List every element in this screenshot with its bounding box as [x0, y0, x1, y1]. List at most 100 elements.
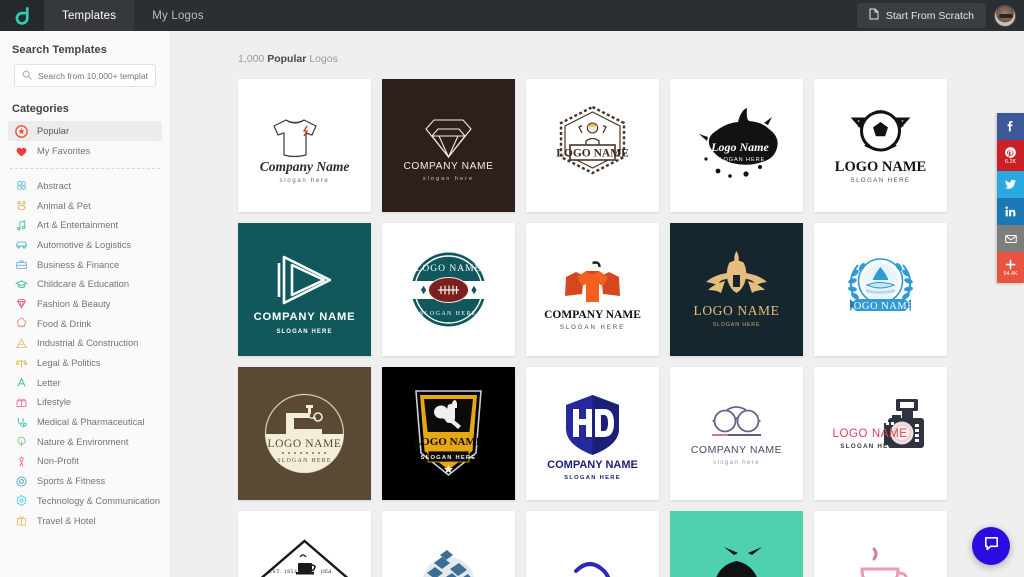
search-input[interactable]: [38, 70, 148, 81]
sidebar-item-legal-politics[interactable]: Legal & Politics: [8, 353, 162, 373]
share-linkedin-button[interactable]: [997, 198, 1024, 225]
avatar[interactable]: [994, 4, 1016, 27]
template-card[interactable]: [670, 511, 803, 577]
sidebar-item-fashion-beauty[interactable]: Fashion & Beauty: [8, 294, 162, 314]
template-card[interactable]: COMPANY NAME SLOGAN HERE: [238, 223, 371, 356]
sidebar-item-nature-environment[interactable]: Nature & Environment: [8, 432, 162, 452]
sidebar-item-abstract[interactable]: Abstract: [8, 176, 162, 196]
sidebar-item-fashion-beauty-label: Fashion & Beauty: [37, 298, 111, 309]
template-card[interactable]: [814, 511, 947, 577]
brand-logo[interactable]: [0, 0, 44, 31]
template-card[interactable]: LOGO NAME: [814, 223, 947, 356]
sidebar-item-abstract-label: Abstract: [37, 180, 72, 191]
sidebar-item-medical-pharmaceutical-label: Medical & Pharmaceutical: [37, 417, 145, 428]
template-card[interactable]: [526, 511, 659, 577]
template-card[interactable]: Logo Name SLOGAN HERE: [670, 79, 803, 212]
share-more-button[interactable]: 54.4K: [997, 252, 1024, 283]
template-card[interactable]: LOGO NAME SLOGAN HERE: [814, 79, 947, 212]
template-card[interactable]: COMPANY NAME SLOGAN HERE: [526, 367, 659, 500]
pinterest-icon: [1004, 146, 1017, 159]
card-name: LOGO NAME: [414, 436, 483, 448]
template-card[interactable]: EST. 1854 1854: [238, 511, 371, 577]
template-card[interactable]: COMPANY NAME slogan here: [670, 367, 803, 500]
card-slogan: SLOGAN HERE: [421, 455, 477, 461]
star-badge-icon: [15, 124, 28, 138]
sidebar-item-animal-pet[interactable]: Animal & Pet: [8, 196, 162, 216]
sidebar-item-sports-fitness[interactable]: Sports & Fitness: [8, 471, 162, 491]
sidebar-item-technology-communication[interactable]: Technology & Communication: [8, 491, 162, 511]
share-twitter-button[interactable]: [997, 171, 1024, 198]
search-box[interactable]: [14, 64, 156, 87]
start-from-scratch-button[interactable]: Start From Scratch: [856, 3, 986, 28]
plus-icon: [1004, 258, 1017, 271]
briefcase-icon: [15, 258, 28, 271]
template-card[interactable]: LOGO NAME: [526, 79, 659, 212]
sidebar-item-medical-pharmaceutical[interactable]: Medical & Pharmaceutical: [8, 412, 162, 432]
heart-icon: [15, 145, 28, 158]
sidebar: Search Templates Categories Popular My F…: [0, 31, 171, 577]
tab-my-logos[interactable]: My Logos: [134, 0, 221, 31]
template-card[interactable]: LOGO NAME SLOGAN HERE: [814, 367, 947, 500]
sidebar-item-automotive-logistics[interactable]: Automotive & Logistics: [8, 235, 162, 255]
result-category: Popular: [267, 53, 307, 65]
sidebar-item-popular[interactable]: Popular: [8, 121, 162, 141]
sidebar-item-travel-hotel[interactable]: Travel & Hotel: [8, 511, 162, 531]
card-name: LOGO NAME: [832, 428, 907, 440]
card-slogan: SLOGAN HERE: [715, 157, 765, 163]
card-name: Company Name: [260, 159, 350, 174]
card-slogan: slogan here: [713, 460, 760, 466]
template-card[interactable]: LOGO NAME SLOGAN HERE: [238, 367, 371, 500]
chat-launcher-button[interactable]: [972, 527, 1010, 565]
search-icon: [22, 67, 32, 85]
sidebar-item-non-profit[interactable]: Non-Profit: [8, 452, 162, 472]
template-card[interactable]: COMPANY NAME slogan here: [382, 79, 515, 212]
template-card[interactable]: LOGO NAME SLOGAN HERE: [670, 223, 803, 356]
sidebar-item-sports-fitness-label: Sports & Fitness: [37, 476, 106, 487]
top-bar: Templates My Logos Start From Scratch: [0, 0, 1024, 31]
card-slogan: SLOGAN HERE: [560, 325, 625, 331]
category-list: Abstract Animal & Pet Art & Entertainmen…: [0, 176, 170, 530]
sidebar-item-my-favorites-label: My Favorites: [37, 146, 91, 156]
sidebar-item-childcare-education[interactable]: Childcare & Education: [8, 274, 162, 294]
sidebar-item-letter[interactable]: Letter: [8, 373, 162, 393]
card-slogan: SLOGAN HERE: [420, 311, 477, 317]
sidebar-item-business-finance[interactable]: Business & Finance: [8, 255, 162, 275]
sidebar-item-art-entertainment[interactable]: Art & Entertainment: [8, 215, 162, 235]
template-card[interactable]: LOGO NAME SLOGAN HERE: [382, 367, 515, 500]
sidebar-item-industrial-construction[interactable]: Industrial & Construction: [8, 334, 162, 354]
card-slogan: slogan here: [280, 177, 330, 184]
template-grid: Company Name slogan here COMPANY NAME sl…: [171, 65, 1024, 577]
sidebar-item-legal-politics-label: Legal & Politics: [37, 358, 101, 369]
card-name: COMPANY NAME: [547, 459, 638, 471]
main-content: 1,000 Popular Logos Company Name slogan …: [171, 31, 1024, 577]
ribbon-icon: [15, 455, 28, 468]
car-icon: [15, 238, 28, 251]
card-slogan: SLOGAN HERE: [277, 458, 331, 464]
luggage-icon: [15, 514, 28, 527]
gift-icon: [15, 396, 28, 409]
sidebar-item-my-favorites[interactable]: My Favorites: [8, 141, 162, 161]
sidebar-item-popular-label: Popular: [37, 126, 70, 136]
search-wrapper: [0, 64, 170, 87]
card-name: COMPANY NAME: [403, 161, 493, 172]
sidebar-item-food-drink[interactable]: Food & Drink: [8, 314, 162, 334]
share-email-button[interactable]: [997, 225, 1024, 252]
factory-icon: [15, 337, 28, 350]
sidebar-item-industrial-construction-label: Industrial & Construction: [37, 338, 139, 349]
sidebar-item-lifestyle-label: Lifestyle: [37, 397, 72, 408]
social-share-rail: 6.2K 54.4K: [997, 113, 1024, 283]
template-card[interactable]: [382, 511, 515, 577]
template-card[interactable]: LOGO NAME SLOGAN HERE: [382, 223, 515, 356]
share-facebook-button[interactable]: [997, 113, 1024, 140]
pinterest-count: 6.2K: [1004, 159, 1017, 165]
card-name-2: 1854: [320, 569, 331, 575]
card-name: LOGO NAME: [847, 301, 914, 312]
share-pinterest-button[interactable]: 6.2K: [997, 140, 1024, 171]
pinned-category-list: Popular My Favorites: [0, 121, 170, 161]
template-card[interactable]: Company Name slogan here: [238, 79, 371, 212]
template-card[interactable]: COMPANY NAME SLOGAN HERE: [526, 223, 659, 356]
card-name: LOGO NAME: [556, 148, 629, 160]
sidebar-item-lifestyle[interactable]: Lifestyle: [8, 393, 162, 413]
card-name: LOGO NAME: [267, 438, 341, 450]
tab-templates[interactable]: Templates: [44, 0, 135, 31]
